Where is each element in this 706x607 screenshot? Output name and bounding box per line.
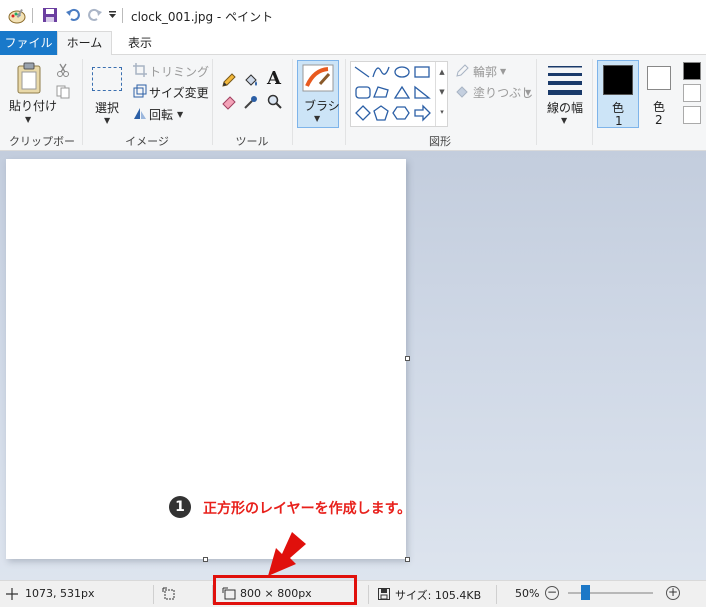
canvas-area: 1 正方形のレイヤーを作成します。 <box>0 151 706 580</box>
copy-icon[interactable] <box>56 85 70 99</box>
line-width-icon <box>548 66 582 95</box>
crop-icon <box>133 63 147 77</box>
resize-button[interactable]: サイズ変更 <box>149 84 209 101</box>
divider <box>536 59 537 145</box>
palette-swatch[interactable] <box>683 106 701 124</box>
text-icon[interactable]: A <box>267 68 281 89</box>
color2-swatch <box>647 66 671 90</box>
divider <box>82 59 83 145</box>
zoom-out-button[interactable]: − <box>545 586 559 600</box>
chevron-down-icon[interactable]: ▼ <box>500 67 506 76</box>
crop-button[interactable]: トリミング <box>149 63 209 80</box>
chevron-down-icon[interactable]: ▼ <box>177 110 183 119</box>
eraser-icon[interactable] <box>221 94 237 110</box>
magnifier-icon[interactable] <box>267 94 283 110</box>
color2-number: 2 <box>655 113 663 127</box>
ribbon-tabs: ファイル ホーム 表示 <box>0 31 706 56</box>
divider <box>345 59 346 145</box>
divider <box>32 8 33 23</box>
chevron-down-icon[interactable]: ▼ <box>25 115 31 124</box>
image-size-highlight <box>213 575 357 605</box>
palette-swatch[interactable] <box>683 84 701 102</box>
gallery-scroll[interactable]: ▲ ▼ ▾ <box>435 62 448 126</box>
chevron-down-icon[interactable]: ▼ <box>104 116 110 125</box>
color1-number: 1 <box>615 114 623 128</box>
zoom-slider-thumb[interactable] <box>580 585 590 600</box>
color2-button[interactable]: 色 2 <box>643 60 677 128</box>
outline-icon <box>456 64 469 77</box>
file-size-icon <box>378 588 390 600</box>
cursor-position-icon <box>6 588 18 600</box>
shapes-icon <box>354 66 431 122</box>
resize-handle-corner[interactable] <box>405 557 410 562</box>
chevron-down-icon[interactable]: ▼ <box>525 88 531 97</box>
redo-icon[interactable] <box>87 7 103 23</box>
ribbon: 貼り付け ▼ クリップボード 選択 ▼ トリミング サイズ変更 回転 ▼ イメー… <box>0 55 706 164</box>
color1-swatch <box>603 65 633 95</box>
divider <box>122 8 123 23</box>
selection-size-icon <box>162 587 175 600</box>
brush-icon <box>302 64 334 92</box>
shapes-group-label: 図形 <box>429 135 451 148</box>
undo-icon[interactable] <box>65 7 81 23</box>
paste-button[interactable]: 貼り付け <box>9 97 57 114</box>
image-group-label: イメージ <box>125 135 169 148</box>
pencil-icon[interactable] <box>221 72 237 88</box>
shapes-gallery[interactable]: ▲ ▼ ▾ <box>350 61 448 127</box>
chevron-down-icon: ▼ <box>314 114 321 123</box>
divider <box>153 585 154 604</box>
select-icon[interactable] <box>92 67 122 91</box>
cut-icon[interactable] <box>56 63 70 77</box>
divider <box>368 585 369 604</box>
outline-button[interactable]: 輪郭 <box>473 63 497 80</box>
annotation-text: 正方形のレイヤーを作成します。 <box>203 501 412 517</box>
tab-view[interactable]: 表示 <box>114 31 166 55</box>
brushes-button[interactable]: ブラシ ▼ <box>297 60 340 128</box>
resize-icon[interactable] <box>133 84 147 98</box>
resize-handle-right[interactable] <box>405 356 410 361</box>
fill-shape-icon <box>456 86 468 98</box>
palette-swatch[interactable] <box>683 62 701 80</box>
line-width-button[interactable]: 線の幅 <box>547 99 583 116</box>
color-picker-icon[interactable] <box>243 94 259 110</box>
rotate-icon[interactable] <box>133 106 147 120</box>
window-title: clock_001.jpg - ペイント <box>131 10 274 24</box>
paste-icon[interactable] <box>16 62 44 94</box>
file-size: サイズ: 105.4KB <box>395 589 482 602</box>
fill-icon[interactable] <box>243 72 259 88</box>
tools-group-label: ツール <box>235 135 269 148</box>
color1-button[interactable]: 色 1 <box>597 60 639 128</box>
divider <box>592 59 593 145</box>
divider <box>292 59 293 145</box>
paint-app-icon <box>8 9 26 24</box>
step-number: 1 <box>169 496 191 518</box>
save-icon[interactable] <box>42 7 58 23</box>
customize-toolbar-icon[interactable] <box>108 11 117 20</box>
red-arrow-icon <box>268 532 306 576</box>
title-bar: clock_001.jpg - ペイント <box>0 0 706 31</box>
cursor-position: 1073, 531px <box>25 587 95 600</box>
rotate-button[interactable]: 回転 <box>149 106 173 123</box>
brushes-label: ブラシ <box>304 99 340 113</box>
divider <box>496 585 497 604</box>
resize-handle-bottom[interactable] <box>203 557 208 562</box>
select-button[interactable]: 選択 <box>95 99 119 116</box>
tab-home[interactable]: ホーム <box>57 31 112 56</box>
zoom-level: 50% <box>515 587 540 600</box>
zoom-in-button[interactable]: + <box>666 586 680 600</box>
divider <box>212 59 213 145</box>
tab-file[interactable]: ファイル <box>0 31 57 55</box>
chevron-down-icon[interactable]: ▼ <box>561 116 567 125</box>
